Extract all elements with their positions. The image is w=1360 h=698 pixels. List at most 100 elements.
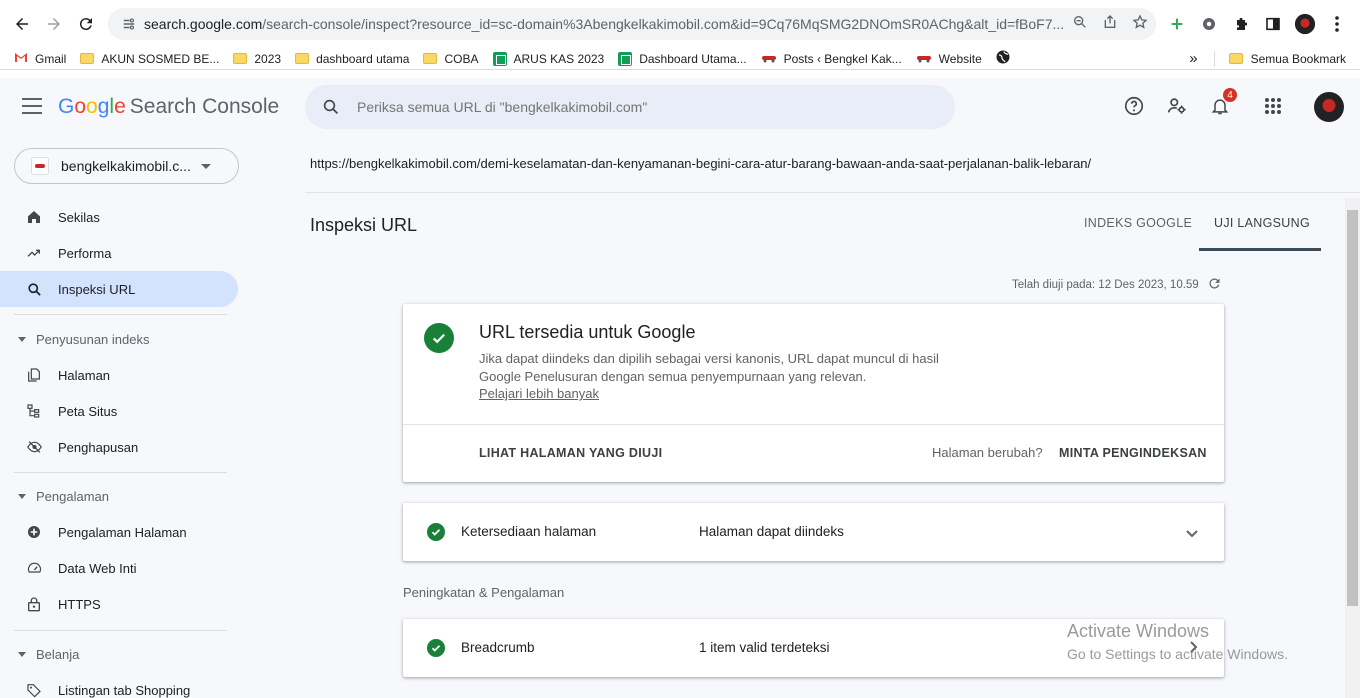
bookmark-star-icon[interactable] [1132, 13, 1148, 35]
bookmarks-overflow-button[interactable]: » [1189, 50, 1197, 67]
app-header: GoogleSearch Console 4 [0, 78, 1360, 136]
card-divider [403, 424, 1224, 425]
tab-uji-langsung[interactable]: UJI LANGSUNG [1214, 216, 1310, 230]
property-favicon-icon [31, 157, 49, 175]
scrollbar-thumb[interactable] [1347, 210, 1358, 606]
section-pengalaman[interactable]: Pengalaman [18, 489, 109, 504]
availability-row[interactable]: Ketersediaan halaman Halaman dapat diind… [403, 503, 1224, 561]
view-tested-page-button[interactable]: LIHAT HALAMAN YANG DIUJI [479, 446, 662, 460]
share-icon[interactable] [1102, 14, 1118, 35]
refresh-icon[interactable] [1207, 276, 1222, 294]
tab-indeks-google[interactable]: INDEKS GOOGLE [1084, 216, 1192, 230]
sidebar-item-inspeksi-url[interactable]: Inspeksi URL [0, 271, 238, 307]
sidebar-item-pengalaman-halaman[interactable]: Pengalaman Halaman [0, 514, 238, 550]
availability-label: Ketersediaan halaman [461, 524, 597, 539]
section-belanja[interactable]: Belanja [18, 647, 79, 662]
bookmark-arus-kas[interactable]: ARUS KAS 2023 [492, 51, 604, 66]
bookmark-akun-sosmed[interactable]: AKUN SOSMED BE... [80, 52, 219, 66]
sidebar-divider [14, 314, 227, 315]
sidebar-item-halaman[interactable]: Halaman [0, 357, 238, 393]
bookmark-dashboard-utama[interactable]: dashboard utama [295, 52, 409, 66]
page-title: Inspeksi URL [310, 215, 418, 235]
sidebar-item-https[interactable]: HTTPS [0, 586, 238, 622]
puzzle-extensions-icon[interactable] [1230, 13, 1252, 35]
home-icon [24, 209, 44, 225]
property-selector[interactable]: bengkelkakimobil.c... [14, 148, 239, 184]
notifications-bell-icon[interactable]: 4 [1206, 88, 1237, 120]
sidebar-item-performa[interactable]: Performa [0, 235, 238, 271]
url-search-bar[interactable] [305, 85, 955, 129]
folder-icon [80, 53, 95, 64]
trending-up-icon [24, 245, 44, 261]
folder-icon [423, 53, 438, 64]
bookmark-website[interactable]: Website [916, 52, 982, 66]
gmail-icon [14, 52, 28, 66]
account-avatar[interactable] [1314, 92, 1344, 122]
browser-menu-icon[interactable] [1326, 13, 1348, 35]
search-console-app: GoogleSearch Console 4 [0, 78, 1360, 698]
eye-off-icon [24, 439, 44, 455]
side-panel-icon[interactable] [1262, 13, 1284, 35]
bookmark-coba[interactable]: COBA [423, 52, 479, 66]
collapse-arrow-icon [18, 652, 26, 657]
lock-icon [24, 596, 44, 612]
all-bookmarks-button[interactable]: Semua Bookmark [1251, 52, 1346, 66]
bookmark-dashboard-sheet[interactable]: Dashboard Utama... [618, 51, 747, 66]
sheets-icon [618, 51, 633, 66]
help-icon[interactable] [1120, 92, 1148, 120]
chevron-down-icon[interactable] [1185, 526, 1199, 544]
breadcrumb-value: 1 item valid terdeteksi [699, 640, 830, 655]
search-icon [24, 282, 44, 297]
apps-grid-icon[interactable] [1259, 92, 1287, 120]
property-name: bengkelkakimobil.c... [61, 158, 191, 174]
availability-value: Halaman dapat diindeks [699, 524, 844, 539]
reload-icon[interactable] [70, 8, 102, 40]
pages-icon [24, 367, 44, 383]
check-circle-icon [427, 523, 445, 541]
back-arrow-icon[interactable] [6, 8, 38, 40]
site-icon [761, 52, 777, 66]
manage-users-icon[interactable] [1163, 92, 1191, 120]
tag-icon [24, 682, 44, 698]
sidebar-item-sekilas[interactable]: Sekilas [0, 199, 238, 235]
globe-icon [996, 50, 1010, 67]
sidebar-divider [14, 630, 227, 631]
bookmark-posts[interactable]: Posts ‹ Bengkel Kak... [761, 52, 902, 66]
check-circle-icon [427, 639, 445, 657]
search-console-logo[interactable]: Google Search Console [58, 95, 279, 119]
url-search-input[interactable] [357, 99, 917, 115]
bookmark-2023[interactable]: 2023 [233, 52, 281, 66]
sidebar: bengkelkakimobil.c... Sekilas Performa I… [0, 136, 250, 698]
bookmarks-divider [1213, 50, 1215, 67]
request-indexing-button[interactable]: MINTA PENGINDEKSAN [1059, 446, 1207, 460]
zoom-icon[interactable] [1072, 14, 1088, 35]
learn-more-link[interactable]: Pelajari lebih banyak [479, 386, 599, 401]
profile-avatar-icon[interactable] [1294, 13, 1316, 35]
forward-arrow-icon[interactable] [38, 8, 70, 40]
sidebar-divider [14, 472, 227, 473]
hamburger-menu-icon[interactable] [22, 98, 42, 114]
bookmarks-bar: Gmail AKUN SOSMED BE... 2023 dashboard u… [0, 48, 1360, 70]
section-penyusunan-indeks[interactable]: Penyusunan indeks [18, 332, 149, 347]
header-divider [305, 192, 1360, 193]
extension-plus-icon[interactable] [1166, 13, 1188, 35]
sidebar-item-peta-situs[interactable]: Peta Situs [0, 393, 238, 429]
active-tab-indicator [1199, 248, 1321, 251]
sitemap-icon [24, 403, 44, 419]
address-bar[interactable]: search.google.com/search-console/inspect… [108, 8, 1156, 40]
browser-toolbar: search.google.com/search-console/inspect… [0, 0, 1360, 48]
address-url: search.google.com/search-console/inspect… [144, 16, 1064, 32]
dropdown-caret-icon [201, 163, 211, 169]
sidebar-item-data-web-inti[interactable]: Data Web Inti [0, 550, 238, 586]
bookmark-globe[interactable] [996, 50, 1010, 67]
bookmark-gmail[interactable]: Gmail [14, 52, 66, 66]
scrollbar[interactable] [1345, 198, 1360, 698]
extension-gear-icon[interactable] [1198, 13, 1220, 35]
inspected-url: https://bengkelkakimobil.com/demi-kesela… [310, 156, 1092, 171]
windows-activation-watermark: Activate Windows Go to Settings to activ… [1067, 621, 1288, 662]
site-icon [916, 52, 932, 66]
site-info-icon[interactable] [114, 17, 144, 31]
sidebar-item-listingan-shopping[interactable]: Listingan tab Shopping [0, 672, 238, 698]
breadcrumb-label: Breadcrumb [461, 640, 535, 655]
sidebar-item-penghapusan[interactable]: Penghapusan [0, 429, 238, 465]
